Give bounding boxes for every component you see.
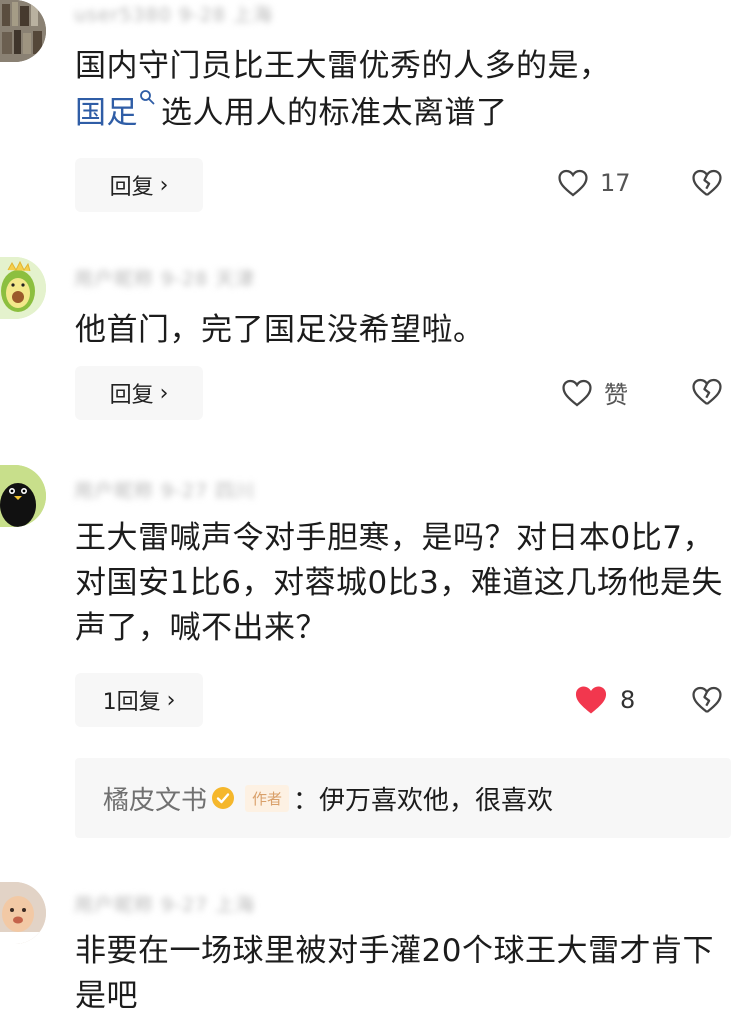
baby-avatar	[0, 882, 46, 944]
avocado-avatar	[0, 257, 46, 319]
comment-text: 国内守门员比王大雷优秀的人多的是， 国足 选人用人的标准太离谱了	[75, 44, 730, 136]
like-button[interactable]: 8	[572, 681, 635, 719]
comment-meta: 用户昵称 9-27 上海	[74, 894, 256, 916]
comment-meta: 用户昵称 9-28 天津	[74, 268, 256, 290]
like-count: 17	[600, 169, 631, 197]
comment-meta: 用户昵称 9-27 四川	[74, 480, 256, 502]
avatar[interactable]	[0, 882, 46, 944]
reply-label: 1回复	[102, 690, 161, 715]
broken-heart-icon[interactable]	[690, 375, 724, 409]
comment-meta: user5380 9-28 上海	[74, 4, 273, 26]
avatar[interactable]	[0, 465, 46, 527]
heart-outline-icon	[562, 379, 592, 406]
reply-button[interactable]: 回复 ›	[75, 158, 203, 212]
heart-filled-icon	[575, 686, 607, 714]
reply-label: 回复	[109, 175, 154, 200]
reply-label: 回复	[109, 383, 154, 408]
like-button[interactable]: 17	[556, 166, 631, 200]
like-count: 赞	[604, 381, 628, 409]
comment-text: 非要在一场球里被对手灌20个球王大雷才肯下 是吧	[75, 933, 714, 1014]
verified-badge-icon	[212, 787, 235, 809]
broken-heart-icon[interactable]	[690, 683, 724, 717]
reply-button[interactable]: 1回复 ›	[75, 673, 203, 727]
author-name[interactable]: 橘皮文书	[103, 780, 207, 817]
comment-text: 王大雷喊声令对手胆寒，是吗？对日本0比7，对国安1比6，对蓉城0比3，难道这几场…	[75, 520, 723, 646]
comment-text-part: 选人用人的标准太离谱了	[161, 95, 508, 131]
comment-text-part: 国内守门员比王大雷优秀的人多的是，	[75, 48, 611, 84]
like-button[interactable]: 赞	[560, 375, 628, 410]
comment-text: 他首门，完了国足没希望啦。	[75, 312, 485, 348]
search-icon	[140, 90, 155, 105]
bookshelf-avatar	[0, 0, 46, 62]
heart-outline-icon	[558, 169, 588, 197]
topic-link[interactable]: 国足	[75, 95, 138, 131]
reply-button[interactable]: 回复 ›	[75, 366, 203, 420]
author-tag: 作者	[245, 784, 290, 812]
author-reply[interactable]: 橘皮文书 作者 ：伊万喜欢他，很喜欢	[75, 758, 731, 838]
author-reply-text: ：伊万喜欢他，很喜欢	[293, 785, 554, 816]
avatar[interactable]	[0, 257, 46, 319]
chevron-right-icon: ›	[166, 687, 176, 713]
broken-heart-icon[interactable]	[690, 166, 724, 200]
avatar[interactable]	[0, 0, 46, 62]
bird-avatar	[0, 465, 46, 527]
chevron-right-icon: ›	[159, 380, 169, 406]
like-count: 8	[620, 686, 636, 714]
chevron-right-icon: ›	[159, 172, 169, 198]
